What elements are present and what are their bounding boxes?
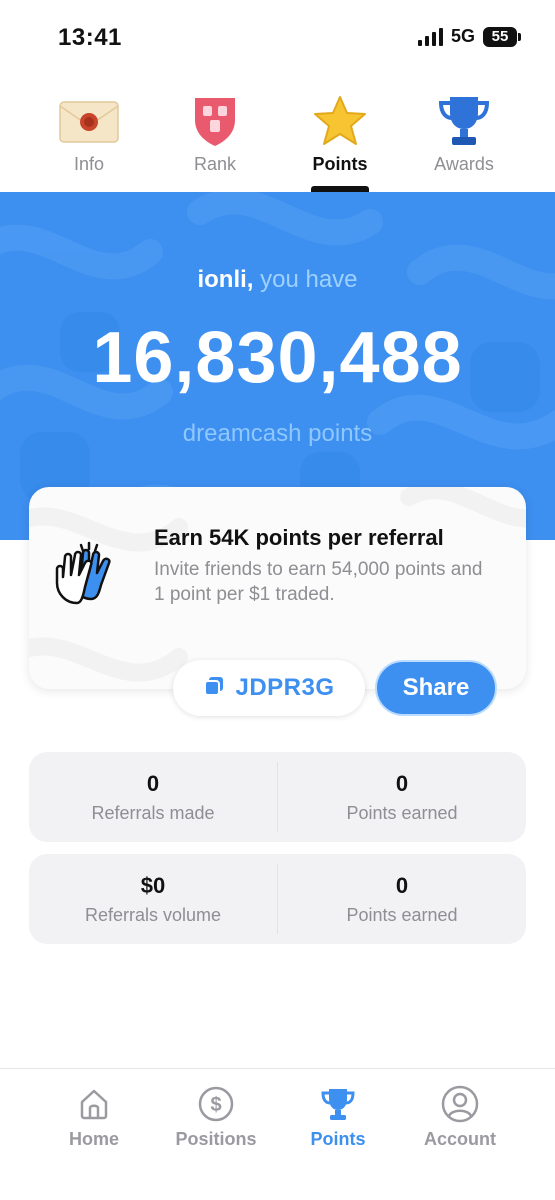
- status-time: 13:41: [58, 24, 122, 51]
- clapping-hands-icon: [51, 539, 123, 611]
- shield-icon: [155, 92, 275, 150]
- referral-card: Earn 54K points per referral Invite frie…: [29, 487, 526, 689]
- svg-text:$: $: [210, 1094, 221, 1116]
- trophy-icon: [278, 1083, 398, 1125]
- nav-positions-label: Positions: [175, 1129, 257, 1149]
- stat-points-earned: 0 Points earned: [277, 762, 526, 832]
- dollar-circle-icon: $: [156, 1083, 276, 1125]
- tab-points-label: Points: [312, 154, 368, 174]
- tab-info-label: Info: [73, 154, 105, 174]
- stat-value: 0: [146, 770, 160, 796]
- nav-account[interactable]: Account: [400, 1083, 520, 1150]
- hero-greeting: ionli, you have: [0, 266, 555, 294]
- points-unit: dreamcash points: [182, 420, 373, 447]
- username: ionli,: [197, 266, 254, 293]
- copy-referral-code-button[interactable]: JDPR3G: [173, 660, 365, 716]
- nav-points-label: Points: [310, 1129, 366, 1149]
- referral-title: Earn 54K points per referral: [154, 525, 444, 550]
- referral-stats-row: 0 Referrals made 0 Points earned: [29, 752, 526, 842]
- network-type: 5G: [450, 26, 475, 46]
- battery-icon: 55: [483, 26, 521, 47]
- points-balance: 16,830,488: [92, 318, 463, 398]
- referral-description: Invite friends to earn 54,000 points and…: [154, 559, 483, 605]
- stat-value: 0: [395, 770, 409, 796]
- user-circle-icon: [400, 1083, 520, 1125]
- greeting-suffix: you have: [260, 266, 358, 293]
- volume-stats-row: $0 Referrals volume 0 Points earned: [29, 854, 526, 944]
- tab-points[interactable]: Points: [280, 92, 400, 175]
- nav-positions[interactable]: $ Positions: [156, 1083, 276, 1150]
- star-icon: [280, 92, 400, 150]
- stat-label: Referrals volume: [84, 904, 222, 925]
- trophy-icon: [404, 92, 524, 150]
- stat-label: Points earned: [346, 802, 458, 823]
- nav-home[interactable]: Home: [34, 1083, 154, 1150]
- status-bar: 13:41 5G 55: [0, 0, 555, 70]
- battery-level: 55: [491, 28, 509, 45]
- nav-account-label: Account: [424, 1129, 496, 1149]
- stat-value: 0: [395, 872, 409, 898]
- tab-rank-label: Rank: [193, 154, 237, 174]
- signal-icon: [417, 27, 443, 46]
- nav-home-label: Home: [68, 1129, 119, 1149]
- tab-info[interactable]: Info: [29, 92, 149, 175]
- referral-code: JDPR3G: [235, 674, 335, 701]
- stat-referrals-volume: $0 Referrals volume: [29, 854, 277, 944]
- tab-awards-label: Awards: [434, 154, 494, 174]
- tab-rank[interactable]: Rank: [155, 92, 275, 175]
- bottom-nav: Home $ Positions Points Account: [0, 1068, 555, 1200]
- stat-referrals-made: 0 Referrals made: [29, 752, 277, 842]
- home-icon: [34, 1083, 154, 1125]
- stat-label: Points earned: [346, 904, 458, 925]
- status-indicators: 5G 55: [417, 26, 521, 47]
- nav-points[interactable]: Points: [278, 1083, 398, 1150]
- copy-icon: [203, 675, 225, 702]
- stat-points-earned-volume: 0 Points earned: [277, 864, 526, 934]
- top-tabs: Info Rank Points Awards: [0, 92, 555, 192]
- tab-awards[interactable]: Awards: [404, 92, 524, 175]
- stat-value: $0: [140, 872, 166, 898]
- share-button[interactable]: Share: [375, 660, 497, 716]
- stat-label: Referrals made: [91, 802, 215, 823]
- envelope-icon: [29, 92, 149, 150]
